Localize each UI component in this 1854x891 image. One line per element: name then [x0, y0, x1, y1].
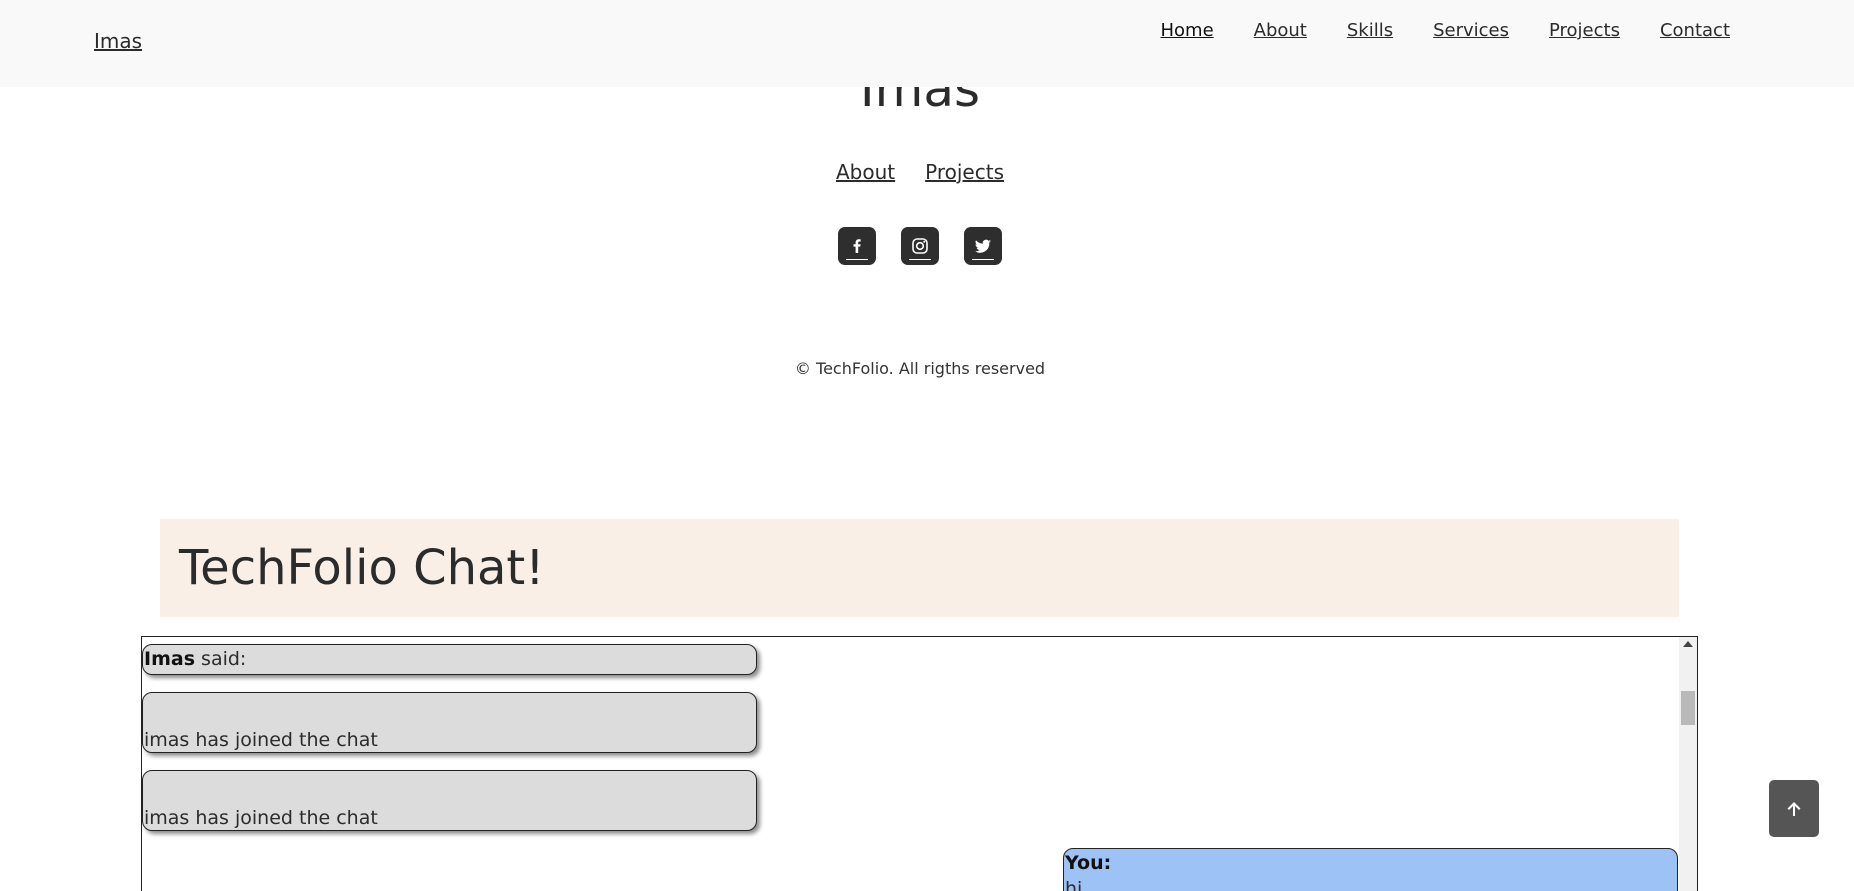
- message-text: imas has joined the chat: [144, 729, 378, 751]
- social-links: [0, 227, 1840, 265]
- scroll-thumb[interactable]: [1681, 691, 1695, 725]
- chat-scrollbar[interactable]: [1679, 637, 1697, 891]
- nav-link-contact[interactable]: Contact: [1660, 20, 1730, 41]
- chat-messages[interactable]: Imas said: imas has joined the chat imas…: [141, 636, 1698, 891]
- chat-header: TechFolio Chat!: [160, 519, 1679, 617]
- chat-message: Imas said:: [142, 644, 757, 675]
- footer-link-about[interactable]: About: [836, 160, 895, 184]
- brand-link[interactable]: Imas: [94, 29, 142, 53]
- instagram-icon[interactable]: [901, 227, 939, 265]
- facebook-icon[interactable]: [838, 227, 876, 265]
- twitter-icon[interactable]: [964, 227, 1002, 265]
- message-suffix: said:: [195, 648, 247, 670]
- message-text: hi: [1065, 878, 1083, 891]
- nav-link-about[interactable]: About: [1254, 20, 1307, 41]
- nav-links: Home About Skills Services Projects Cont…: [1160, 20, 1730, 41]
- message-sender: Imas: [144, 648, 195, 670]
- top-navbar: Imas Home About Skills Services Projects…: [0, 0, 1854, 87]
- nav-link-services[interactable]: Services: [1433, 20, 1509, 41]
- nav-link-home[interactable]: Home: [1160, 20, 1213, 41]
- own-chat-message: You: hi: [1063, 848, 1678, 891]
- chat-title: TechFolio Chat!: [179, 540, 545, 596]
- scroll-up-arrow-icon[interactable]: [1683, 641, 1693, 647]
- back-to-top-button[interactable]: [1769, 780, 1819, 837]
- copyright-text: © TechFolio. All rigths reserved: [794, 359, 1046, 378]
- footer-links: About Projects: [0, 160, 1840, 184]
- message-sender: You:: [1065, 852, 1112, 874]
- nav-link-projects[interactable]: Projects: [1549, 20, 1620, 41]
- arrow-up-icon: [1787, 801, 1801, 816]
- chat-message: imas has joined the chat: [142, 770, 757, 831]
- chat-message: imas has joined the chat: [142, 692, 757, 753]
- nav-link-skills[interactable]: Skills: [1347, 20, 1393, 41]
- message-text: imas has joined the chat: [144, 807, 378, 829]
- footer-link-projects[interactable]: Projects: [925, 160, 1004, 184]
